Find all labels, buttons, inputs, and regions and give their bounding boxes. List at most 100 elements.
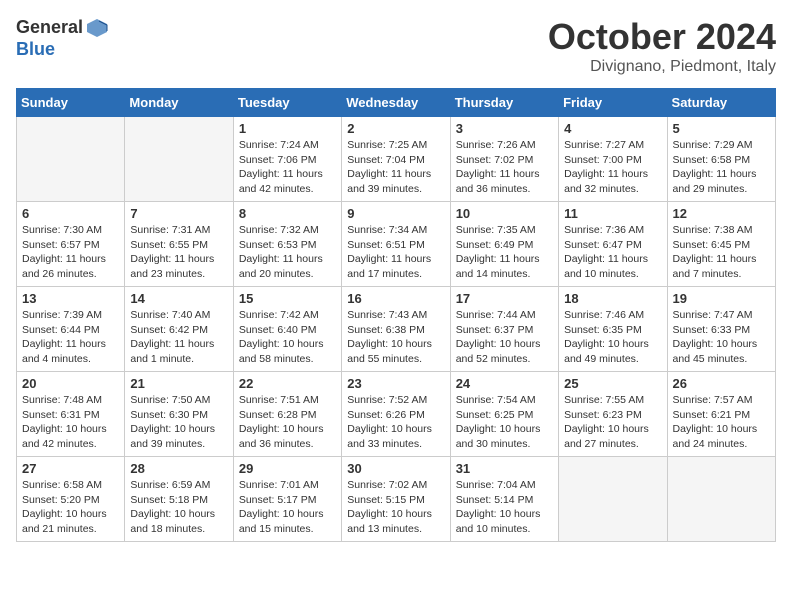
calendar-cell: 19 Sunrise: 7:47 AM Sunset: 6:33 PM Dayli…: [667, 287, 775, 372]
title-section: October 2024 Divignano, Piedmont, Italy: [548, 16, 776, 76]
day-info: Sunrise: 6:58 AM Sunset: 5:20 PM Dayligh…: [22, 478, 119, 537]
day-number: 2: [347, 121, 444, 136]
day-number: 21: [130, 376, 227, 391]
day-number: 20: [22, 376, 119, 391]
day-number: 22: [239, 376, 336, 391]
calendar-table: SundayMondayTuesdayWednesdayThursdayFrid…: [16, 88, 776, 542]
day-info: Sunrise: 7:44 AM Sunset: 6:37 PM Dayligh…: [456, 308, 553, 367]
day-info: Sunrise: 7:50 AM Sunset: 6:30 PM Dayligh…: [130, 393, 227, 452]
weekday-header-thursday: Thursday: [450, 89, 558, 117]
calendar-cell: 11 Sunrise: 7:36 AM Sunset: 6:47 PM Dayli…: [559, 202, 667, 287]
calendar-cell: 18 Sunrise: 7:46 AM Sunset: 6:35 PM Dayli…: [559, 287, 667, 372]
weekday-header-wednesday: Wednesday: [342, 89, 450, 117]
day-number: 15: [239, 291, 336, 306]
day-info: Sunrise: 7:35 AM Sunset: 6:49 PM Dayligh…: [456, 223, 553, 282]
day-number: 8: [239, 206, 336, 221]
weekday-header-friday: Friday: [559, 89, 667, 117]
day-info: Sunrise: 7:57 AM Sunset: 6:21 PM Dayligh…: [673, 393, 770, 452]
calendar-cell: 10 Sunrise: 7:35 AM Sunset: 6:49 PM Dayli…: [450, 202, 558, 287]
day-number: 10: [456, 206, 553, 221]
calendar-week-row: 20 Sunrise: 7:48 AM Sunset: 6:31 PM Dayli…: [17, 372, 776, 457]
logo-blue-text: Blue: [16, 40, 109, 60]
calendar-cell: 7 Sunrise: 7:31 AM Sunset: 6:55 PM Daylig…: [125, 202, 233, 287]
day-info: Sunrise: 7:26 AM Sunset: 7:02 PM Dayligh…: [456, 138, 553, 197]
day-number: 25: [564, 376, 661, 391]
logo-general-text: General: [16, 18, 83, 38]
day-number: 7: [130, 206, 227, 221]
calendar-cell: 30Sunrise: 7:02 AM Sunset: 5:15 PM Dayli…: [342, 457, 450, 542]
day-info: Sunrise: 7:40 AM Sunset: 6:42 PM Dayligh…: [130, 308, 227, 367]
calendar-cell: [125, 117, 233, 202]
calendar-cell: 31 Sunrise: 7:04 AM Sunset: 5:14 PM Dayli…: [450, 457, 558, 542]
day-info: Sunrise: 7:29 AM Sunset: 6:58 PM Dayligh…: [673, 138, 770, 197]
day-info: Sunrise: 7:43 AM Sunset: 6:38 PM Dayligh…: [347, 308, 444, 367]
day-info: Sunrise: 7:24 AM Sunset: 7:06 PM Dayligh…: [239, 138, 336, 197]
day-number: 18: [564, 291, 661, 306]
day-info: Sunrise: 7:04 AM Sunset: 5:14 PM Dayligh…: [456, 478, 553, 537]
calendar-cell: 12Sunrise: 7:38 AM Sunset: 6:45 PM Dayli…: [667, 202, 775, 287]
calendar-cell: 29 Sunrise: 7:01 AM Sunset: 5:17 PM Dayli…: [233, 457, 341, 542]
calendar-cell: 15 Sunrise: 7:42 AM Sunset: 6:40 PM Dayli…: [233, 287, 341, 372]
calendar-cell: 2Sunrise: 7:25 AM Sunset: 7:04 PM Daylig…: [342, 117, 450, 202]
calendar-cell: 23 Sunrise: 7:52 AM Sunset: 6:26 PM Dayli…: [342, 372, 450, 457]
day-number: 23: [347, 376, 444, 391]
day-info: Sunrise: 6:59 AM Sunset: 5:18 PM Dayligh…: [130, 478, 227, 537]
calendar-cell: 9 Sunrise: 7:34 AM Sunset: 6:51 PM Daylig…: [342, 202, 450, 287]
calendar-cell: 13Sunrise: 7:39 AM Sunset: 6:44 PM Dayli…: [17, 287, 125, 372]
day-number: 16: [347, 291, 444, 306]
calendar-cell: [559, 457, 667, 542]
day-info: Sunrise: 7:36 AM Sunset: 6:47 PM Dayligh…: [564, 223, 661, 282]
day-number: 30: [347, 461, 444, 476]
calendar-cell: 22 Sunrise: 7:51 AM Sunset: 6:28 PM Dayli…: [233, 372, 341, 457]
day-info: Sunrise: 7:32 AM Sunset: 6:53 PM Dayligh…: [239, 223, 336, 282]
calendar-cell: 1Sunrise: 7:24 AM Sunset: 7:06 PM Daylig…: [233, 117, 341, 202]
calendar-cell: 6Sunrise: 7:30 AM Sunset: 6:57 PM Daylig…: [17, 202, 125, 287]
logo: General Blue: [16, 16, 109, 60]
day-info: Sunrise: 7:48 AM Sunset: 6:31 PM Dayligh…: [22, 393, 119, 452]
day-info: Sunrise: 7:42 AM Sunset: 6:40 PM Dayligh…: [239, 308, 336, 367]
weekday-header-saturday: Saturday: [667, 89, 775, 117]
day-info: Sunrise: 7:38 AM Sunset: 6:45 PM Dayligh…: [673, 223, 770, 282]
day-info: Sunrise: 7:30 AM Sunset: 6:57 PM Dayligh…: [22, 223, 119, 282]
day-info: Sunrise: 7:01 AM Sunset: 5:17 PM Dayligh…: [239, 478, 336, 537]
calendar-week-row: 13Sunrise: 7:39 AM Sunset: 6:44 PM Dayli…: [17, 287, 776, 372]
day-info: Sunrise: 7:34 AM Sunset: 6:51 PM Dayligh…: [347, 223, 444, 282]
calendar-cell: 8 Sunrise: 7:32 AM Sunset: 6:53 PM Daylig…: [233, 202, 341, 287]
day-number: 26: [673, 376, 770, 391]
day-info: Sunrise: 7:55 AM Sunset: 6:23 PM Dayligh…: [564, 393, 661, 452]
day-info: Sunrise: 7:27 AM Sunset: 7:00 PM Dayligh…: [564, 138, 661, 197]
day-info: Sunrise: 7:51 AM Sunset: 6:28 PM Dayligh…: [239, 393, 336, 452]
day-number: 4: [564, 121, 661, 136]
calendar-cell: 28Sunrise: 6:59 AM Sunset: 5:18 PM Dayli…: [125, 457, 233, 542]
calendar-cell: [17, 117, 125, 202]
day-number: 29: [239, 461, 336, 476]
day-info: Sunrise: 7:46 AM Sunset: 6:35 PM Dayligh…: [564, 308, 661, 367]
calendar-cell: 17 Sunrise: 7:44 AM Sunset: 6:37 PM Dayli…: [450, 287, 558, 372]
weekday-header-row: SundayMondayTuesdayWednesdayThursdayFrid…: [17, 89, 776, 117]
day-number: 14: [130, 291, 227, 306]
calendar-cell: 16 Sunrise: 7:43 AM Sunset: 6:38 PM Dayli…: [342, 287, 450, 372]
calendar-cell: 4 Sunrise: 7:27 AM Sunset: 7:00 PM Daylig…: [559, 117, 667, 202]
day-number: 11: [564, 206, 661, 221]
calendar-cell: 5 Sunrise: 7:29 AM Sunset: 6:58 PM Daylig…: [667, 117, 775, 202]
weekday-header-sunday: Sunday: [17, 89, 125, 117]
day-info: Sunrise: 7:52 AM Sunset: 6:26 PM Dayligh…: [347, 393, 444, 452]
calendar-cell: 27Sunrise: 6:58 AM Sunset: 5:20 PM Dayli…: [17, 457, 125, 542]
day-number: 17: [456, 291, 553, 306]
day-number: 9: [347, 206, 444, 221]
month-title: October 2024: [548, 16, 776, 58]
day-info: Sunrise: 7:47 AM Sunset: 6:33 PM Dayligh…: [673, 308, 770, 367]
calendar-week-row: 6Sunrise: 7:30 AM Sunset: 6:57 PM Daylig…: [17, 202, 776, 287]
day-number: 3: [456, 121, 553, 136]
day-number: 5: [673, 121, 770, 136]
calendar-cell: [667, 457, 775, 542]
day-number: 31: [456, 461, 553, 476]
page-header: General Blue October 2024 Divignano, Pie…: [16, 16, 776, 76]
location-text: Divignano, Piedmont, Italy: [548, 58, 776, 76]
day-number: 19: [673, 291, 770, 306]
day-number: 13: [22, 291, 119, 306]
day-info: Sunrise: 7:54 AM Sunset: 6:25 PM Dayligh…: [456, 393, 553, 452]
calendar-week-row: 27Sunrise: 6:58 AM Sunset: 5:20 PM Dayli…: [17, 457, 776, 542]
day-info: Sunrise: 7:31 AM Sunset: 6:55 PM Dayligh…: [130, 223, 227, 282]
calendar-cell: 26 Sunrise: 7:57 AM Sunset: 6:21 PM Dayli…: [667, 372, 775, 457]
